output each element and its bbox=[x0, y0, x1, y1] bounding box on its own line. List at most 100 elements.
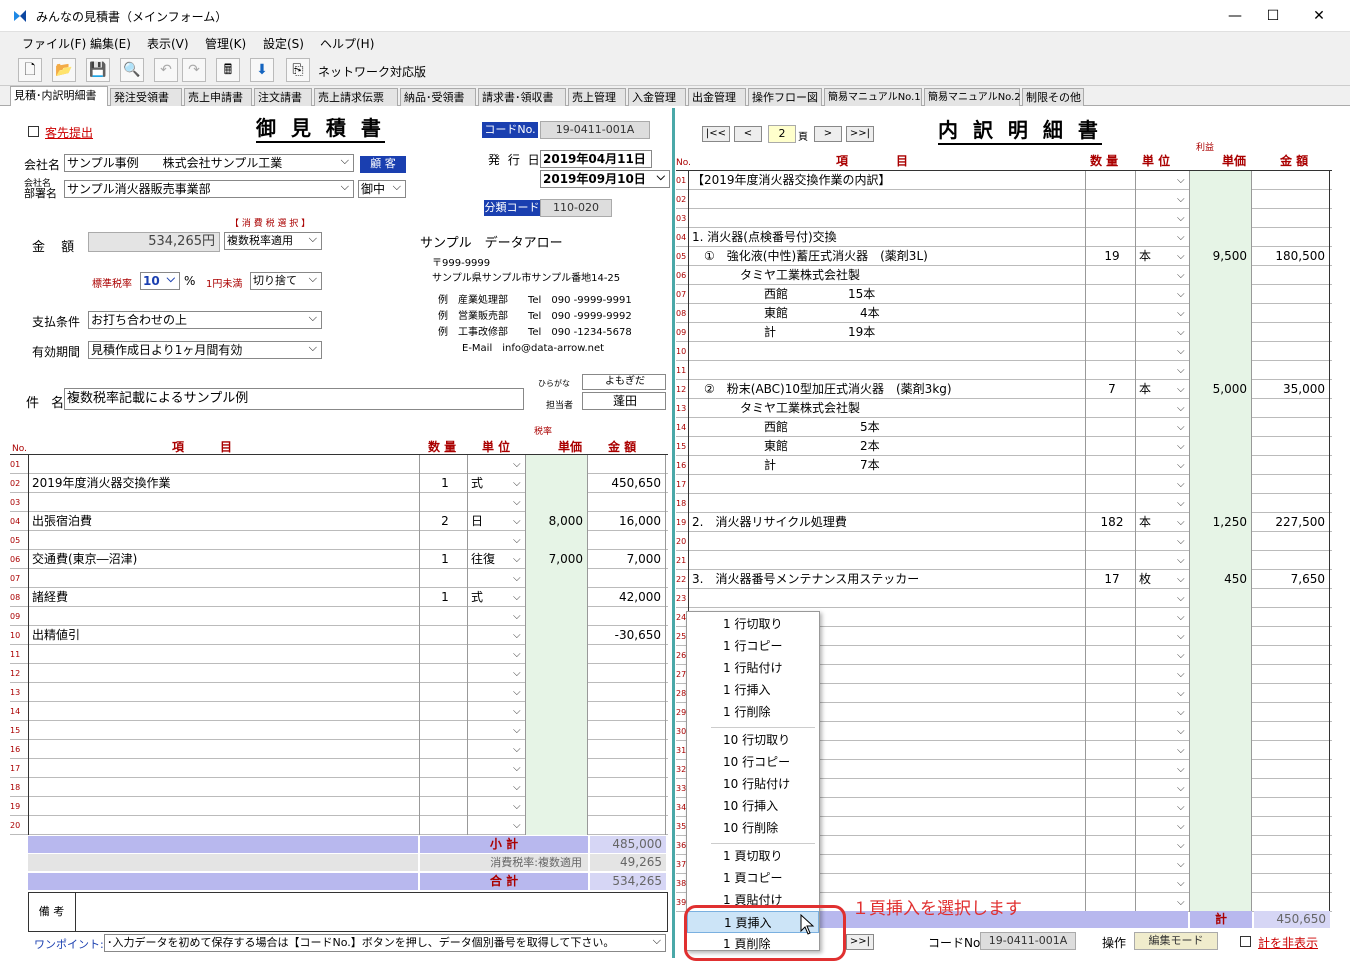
cell-price[interactable] bbox=[526, 664, 588, 683]
cell-qty[interactable] bbox=[1086, 589, 1136, 608]
cell-qty[interactable] bbox=[1086, 798, 1136, 817]
cell-amount[interactable] bbox=[588, 721, 666, 740]
context-menu-item[interactable]: 1 行切取り bbox=[687, 613, 819, 635]
cell-qty[interactable] bbox=[1086, 874, 1136, 893]
chevron-down-icon[interactable]: ⌵ bbox=[1177, 475, 1185, 494]
cell-amount[interactable]: 7,000 bbox=[588, 550, 666, 569]
cell-item[interactable] bbox=[688, 475, 1086, 494]
cell-item[interactable]: 2. 消火器リサイクル処理費 bbox=[688, 513, 1086, 532]
context-menu-item[interactable]: 1 行挿入 bbox=[687, 679, 819, 701]
cell-amount[interactable] bbox=[588, 816, 666, 835]
chevron-down-icon[interactable]: ⌵ bbox=[513, 645, 521, 664]
cell-qty[interactable]: 2 bbox=[420, 512, 468, 531]
context-menu-item[interactable]: 1 行削除 bbox=[687, 701, 819, 723]
chevron-down-icon[interactable]: ⌵ bbox=[1177, 247, 1185, 266]
maximize-button[interactable]: ☐ bbox=[1250, 0, 1296, 32]
cell-amount[interactable] bbox=[588, 607, 666, 626]
cell-price[interactable] bbox=[1190, 589, 1252, 608]
cell-price[interactable] bbox=[526, 455, 588, 474]
cell-price[interactable] bbox=[1190, 817, 1252, 836]
chevron-down-icon[interactable]: ⌵ bbox=[1177, 665, 1185, 684]
chevron-down-icon[interactable]: ⌵ bbox=[1177, 304, 1185, 323]
context-menu-item[interactable]: 10 行削除 bbox=[687, 817, 819, 839]
chevron-down-icon[interactable]: ⌵ bbox=[1177, 817, 1185, 836]
menu-view[interactable]: 表示(V) bbox=[147, 35, 189, 52]
cell-amount[interactable] bbox=[1252, 551, 1330, 570]
save-icon[interactable]: 💾 bbox=[86, 58, 110, 82]
cell-amount[interactable] bbox=[1252, 494, 1330, 513]
cell-amount[interactable] bbox=[1252, 399, 1330, 418]
cell-item[interactable] bbox=[688, 532, 1086, 551]
chevron-down-icon[interactable]: ⌵ bbox=[1177, 627, 1185, 646]
new-file-icon[interactable]: 🗋 bbox=[18, 58, 42, 82]
cell-qty[interactable] bbox=[1086, 532, 1136, 551]
cell-price[interactable] bbox=[1190, 494, 1252, 513]
chevron-down-icon[interactable]: ⌵ bbox=[513, 740, 521, 759]
chevron-down-icon[interactable]: ⌵ bbox=[513, 607, 521, 626]
cell-amount[interactable] bbox=[1252, 684, 1330, 703]
cell-qty[interactable] bbox=[1086, 893, 1136, 912]
cell-item[interactable] bbox=[28, 683, 420, 702]
cell-qty[interactable] bbox=[420, 664, 468, 683]
cell-item[interactable]: 東館 4本 bbox=[688, 304, 1086, 323]
cell-qty[interactable] bbox=[1086, 646, 1136, 665]
chevron-down-icon[interactable]: ⌵ bbox=[1177, 741, 1185, 760]
cell-qty[interactable] bbox=[1086, 361, 1136, 380]
cell-amount[interactable] bbox=[1252, 437, 1330, 456]
cell-price[interactable]: 5,000 bbox=[1190, 380, 1252, 399]
cell-qty[interactable] bbox=[420, 683, 468, 702]
tab-order-confirm[interactable]: 注文請書 bbox=[254, 88, 312, 106]
tab-flow[interactable]: 操作フロー図 bbox=[748, 88, 822, 106]
cell-price[interactable] bbox=[1190, 893, 1252, 912]
cell-price[interactable] bbox=[1190, 304, 1252, 323]
tab-sales-mgmt[interactable]: 売上管理 bbox=[568, 88, 626, 106]
chevron-down-icon[interactable]: ⌵ bbox=[1177, 266, 1185, 285]
chevron-down-icon[interactable]: ⌵ bbox=[1177, 589, 1185, 608]
context-menu-item[interactable]: 10 行切取り bbox=[687, 729, 819, 751]
chevron-down-icon[interactable]: ⌵ bbox=[1177, 342, 1185, 361]
hide-total-label[interactable]: 計を非表示 bbox=[1258, 934, 1318, 951]
cell-item[interactable]: 出張宿泊費 bbox=[28, 512, 420, 531]
cell-amount[interactable] bbox=[1252, 171, 1330, 190]
cell-item[interactable] bbox=[28, 531, 420, 550]
context-menu-item[interactable]: 10 行貼付け bbox=[687, 773, 819, 795]
cell-item[interactable]: 交通費(東京―沼津) bbox=[28, 550, 420, 569]
chevron-down-icon[interactable]: ⌵ bbox=[1177, 209, 1185, 228]
cell-amount[interactable]: 35,000 bbox=[1252, 380, 1330, 399]
cell-amount[interactable] bbox=[1252, 836, 1330, 855]
cell-price[interactable] bbox=[1190, 741, 1252, 760]
cell-price[interactable] bbox=[1190, 779, 1252, 798]
cell-price[interactable] bbox=[1190, 285, 1252, 304]
cell-item[interactable] bbox=[28, 740, 420, 759]
cell-item[interactable]: 諸経費 bbox=[28, 588, 420, 607]
cell-item[interactable]: タミヤ工業株式会社製 bbox=[688, 266, 1086, 285]
cell-item[interactable] bbox=[688, 551, 1086, 570]
cell-amount[interactable] bbox=[1252, 342, 1330, 361]
open-folder-icon[interactable]: 📂 bbox=[52, 58, 76, 82]
chevron-down-icon[interactable]: ⌵ bbox=[1177, 228, 1185, 247]
cell-item[interactable] bbox=[688, 209, 1086, 228]
tax-select[interactable]: 複数税率適用 bbox=[224, 232, 322, 250]
chevron-down-icon[interactable]: ⌵ bbox=[513, 493, 521, 512]
cell-item[interactable] bbox=[28, 607, 420, 626]
tab-payment-in[interactable]: 入金管理 bbox=[628, 88, 686, 106]
cell-amount[interactable] bbox=[1252, 798, 1330, 817]
chevron-down-icon[interactable]: ⌵ bbox=[513, 664, 521, 683]
round-select[interactable]: 切り捨て bbox=[250, 272, 322, 290]
cell-amount[interactable] bbox=[1252, 817, 1330, 836]
context-menu-item[interactable]: 10 行コピー bbox=[687, 751, 819, 773]
cell-amount[interactable] bbox=[1252, 779, 1330, 798]
chevron-down-icon[interactable]: ⌵ bbox=[513, 569, 521, 588]
cell-amount[interactable] bbox=[1252, 646, 1330, 665]
first-page-button[interactable]: |<< bbox=[702, 126, 730, 142]
chevron-down-icon[interactable]: ⌵ bbox=[1177, 684, 1185, 703]
cell-price[interactable] bbox=[1190, 399, 1252, 418]
cell-amount[interactable]: 7,650 bbox=[1252, 570, 1330, 589]
cell-qty[interactable] bbox=[1086, 456, 1136, 475]
chevron-down-icon[interactable]: ⌵ bbox=[513, 455, 521, 474]
staff-field[interactable]: 蓬田 bbox=[582, 392, 666, 410]
cell-price[interactable] bbox=[1190, 228, 1252, 247]
chevron-down-icon[interactable]: ⌵ bbox=[1177, 798, 1185, 817]
cell-price[interactable]: 1,250 bbox=[1190, 513, 1252, 532]
context-menu-item[interactable]: 10 行挿入 bbox=[687, 795, 819, 817]
